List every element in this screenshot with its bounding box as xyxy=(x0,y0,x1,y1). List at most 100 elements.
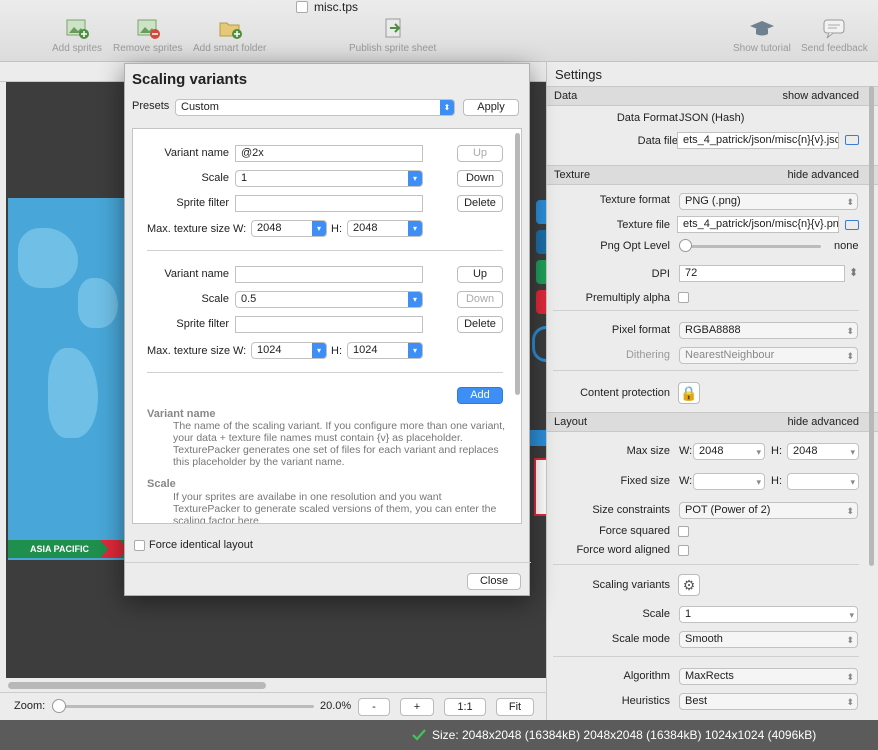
fixed-w-combo[interactable]: ▾ xyxy=(693,473,765,490)
add-sprites-button[interactable]: Add sprites xyxy=(52,18,102,54)
data-format-value: JSON (Hash) xyxy=(679,112,745,124)
pixel-format-select[interactable]: RGBA8888 ⬍ xyxy=(679,322,858,339)
scale-mode-value: Smooth xyxy=(685,633,723,645)
size-constraints-select[interactable]: POT (Power of 2) ⬍ xyxy=(679,502,858,519)
sprite-ring[interactable] xyxy=(532,326,546,362)
premultiply-alpha-checkbox[interactable] xyxy=(678,292,689,303)
remove-sprites-button[interactable]: Remove sprites xyxy=(113,18,182,54)
variant2-w-value: 1024 xyxy=(257,344,282,356)
variant2-h-combo[interactable]: 1024 ▾ xyxy=(347,342,423,359)
world-map-sprite[interactable] xyxy=(8,198,128,560)
status-text: Size: 2048x2048 (16384kB) 2048x2048 (163… xyxy=(432,728,817,742)
max-h-combo[interactable]: 2048 ▾ xyxy=(787,443,859,460)
heuristics-label: Heuristics xyxy=(621,695,670,707)
variant2-sprite-filter-input[interactable] xyxy=(235,316,423,333)
zoom-in-button[interactable]: + xyxy=(400,698,434,716)
data-format-label: Data Format xyxy=(616,112,678,124)
folder-icon[interactable] xyxy=(845,220,859,230)
fixed-w-label: W: xyxy=(679,475,693,487)
zoom-out-button[interactable]: - xyxy=(358,698,390,716)
dpi-input[interactable]: 72 xyxy=(679,265,845,282)
chevron-down-icon: ▾ xyxy=(408,292,422,307)
publish-icon xyxy=(385,18,401,38)
send-feedback-button[interactable]: Send feedback xyxy=(801,18,868,54)
sprite-green[interactable] xyxy=(536,260,546,284)
heuristics-select[interactable]: Best ⬍ xyxy=(679,693,858,710)
png-opt-slider-knob[interactable] xyxy=(679,239,692,252)
fixed-h-combo[interactable]: ▾ xyxy=(787,473,859,490)
force-word-aligned-checkbox[interactable] xyxy=(678,545,689,556)
variant2-w-combo[interactable]: 1024 ▾ xyxy=(251,342,327,359)
max-w-value: 2048 xyxy=(699,445,724,457)
texture-file-input[interactable]: ets_4_patrick/json/misc{n}{v}.png xyxy=(677,216,839,233)
variant1-down-button[interactable]: Down xyxy=(457,170,503,187)
updown-icon: ⬍ xyxy=(440,100,454,115)
layout-hide-advanced-toggle[interactable]: hide advanced xyxy=(787,413,859,431)
variant1-sprite-filter-input[interactable] xyxy=(235,195,423,212)
zoom-actual-size-button[interactable]: 1:1 xyxy=(444,698,486,716)
variant1-up-button[interactable]: Up xyxy=(457,145,503,162)
add-smart-folder-button[interactable]: Add smart folder xyxy=(193,18,266,54)
zoom-slider-knob[interactable] xyxy=(52,699,66,713)
sprite-filter-label: Sprite filter xyxy=(176,197,229,209)
variant1-w-combo[interactable]: 2048 ▾ xyxy=(251,220,327,237)
variants-list: Variant name @2x Up Scale 1 ▾ Down Sprite… xyxy=(132,128,522,524)
show-tutorial-button[interactable]: Show tutorial xyxy=(733,18,791,54)
max-h-value: 2048 xyxy=(793,445,818,457)
algorithm-select[interactable]: MaxRects ⬍ xyxy=(679,668,858,685)
variant1-delete-button[interactable]: Delete xyxy=(457,195,503,212)
zoom-fit-button[interactable]: Fit xyxy=(496,698,534,716)
variant2-delete-button[interactable]: Delete xyxy=(457,316,503,333)
texture-format-select[interactable]: PNG (.png) ⬍ xyxy=(679,193,858,210)
canvas-horizontal-scrollbar[interactable] xyxy=(8,682,266,689)
folder-icon[interactable] xyxy=(845,135,859,145)
force-identical-layout-checkbox[interactable] xyxy=(134,540,145,551)
updown-icon: ⬍ xyxy=(846,635,854,645)
force-squared-label: Force squared xyxy=(599,525,670,537)
close-button[interactable]: Close xyxy=(467,573,521,590)
variant1-scale-combo[interactable]: 1 ▾ xyxy=(235,170,423,187)
document-checkbox[interactable] xyxy=(296,1,308,13)
presets-select[interactable]: Custom ⬍ xyxy=(175,99,455,116)
zoom-slider-track[interactable] xyxy=(52,705,314,708)
scale-combo[interactable]: 1 ▾ xyxy=(679,606,858,623)
force-squared-checkbox[interactable] xyxy=(678,526,689,537)
data-file-input[interactable]: ets_4_patrick/json/misc{n}{v}.json xyxy=(677,132,839,149)
dithering-label: Dithering xyxy=(625,349,670,361)
variants-scrollbar[interactable] xyxy=(515,133,520,395)
variant1-name-input[interactable]: @2x xyxy=(235,145,423,162)
sprite-frame[interactable] xyxy=(534,458,546,516)
sprite-red[interactable] xyxy=(536,290,546,314)
h-label: H: xyxy=(331,223,342,235)
data-show-advanced-toggle[interactable]: show advanced xyxy=(783,87,859,105)
variant2-down-button[interactable]: Down xyxy=(457,291,503,308)
scale-mode-select[interactable]: Smooth ⬍ xyxy=(679,631,858,648)
png-opt-slider-track[interactable] xyxy=(685,245,821,248)
data-section-header: Data show advanced xyxy=(547,86,878,106)
variant2-scale-combo[interactable]: 0.5 ▾ xyxy=(235,291,423,308)
lock-icon: 🔒 xyxy=(680,385,698,401)
publish-button[interactable]: Publish sprite sheet xyxy=(349,18,436,54)
max-w-combo[interactable]: 2048 ▾ xyxy=(693,443,765,460)
help-heading-scale: Scale xyxy=(147,478,176,490)
dpi-label: DPI xyxy=(651,268,670,280)
divider xyxy=(553,656,859,657)
add-variant-button[interactable]: Add xyxy=(457,387,503,404)
variant2-up-button[interactable]: Up xyxy=(457,266,503,283)
settings-scrollbar[interactable] xyxy=(869,86,874,566)
dithering-select[interactable]: NearestNeighbour ⬍ xyxy=(679,347,858,364)
chevron-down-icon: ▾ xyxy=(408,221,422,236)
variant2-name-input[interactable] xyxy=(235,266,423,283)
scaling-variants-button[interactable]: ⚙ xyxy=(678,574,700,596)
sprite-darkblue[interactable] xyxy=(536,230,546,254)
data-file-label: Data file xyxy=(637,135,678,147)
texture-hide-advanced-toggle[interactable]: hide advanced xyxy=(787,166,859,184)
dpi-stepper-icon[interactable]: ⬍ xyxy=(849,266,858,279)
sprite-pla[interactable] xyxy=(530,430,546,446)
chevron-down-icon: ▾ xyxy=(312,343,326,358)
content-protection-button[interactable]: 🔒 xyxy=(678,382,700,404)
apply-button[interactable]: Apply xyxy=(463,99,519,116)
checkmark-icon xyxy=(412,729,426,741)
sprite-blue[interactable] xyxy=(536,200,546,224)
variant1-h-combo[interactable]: 2048 ▾ xyxy=(347,220,423,237)
